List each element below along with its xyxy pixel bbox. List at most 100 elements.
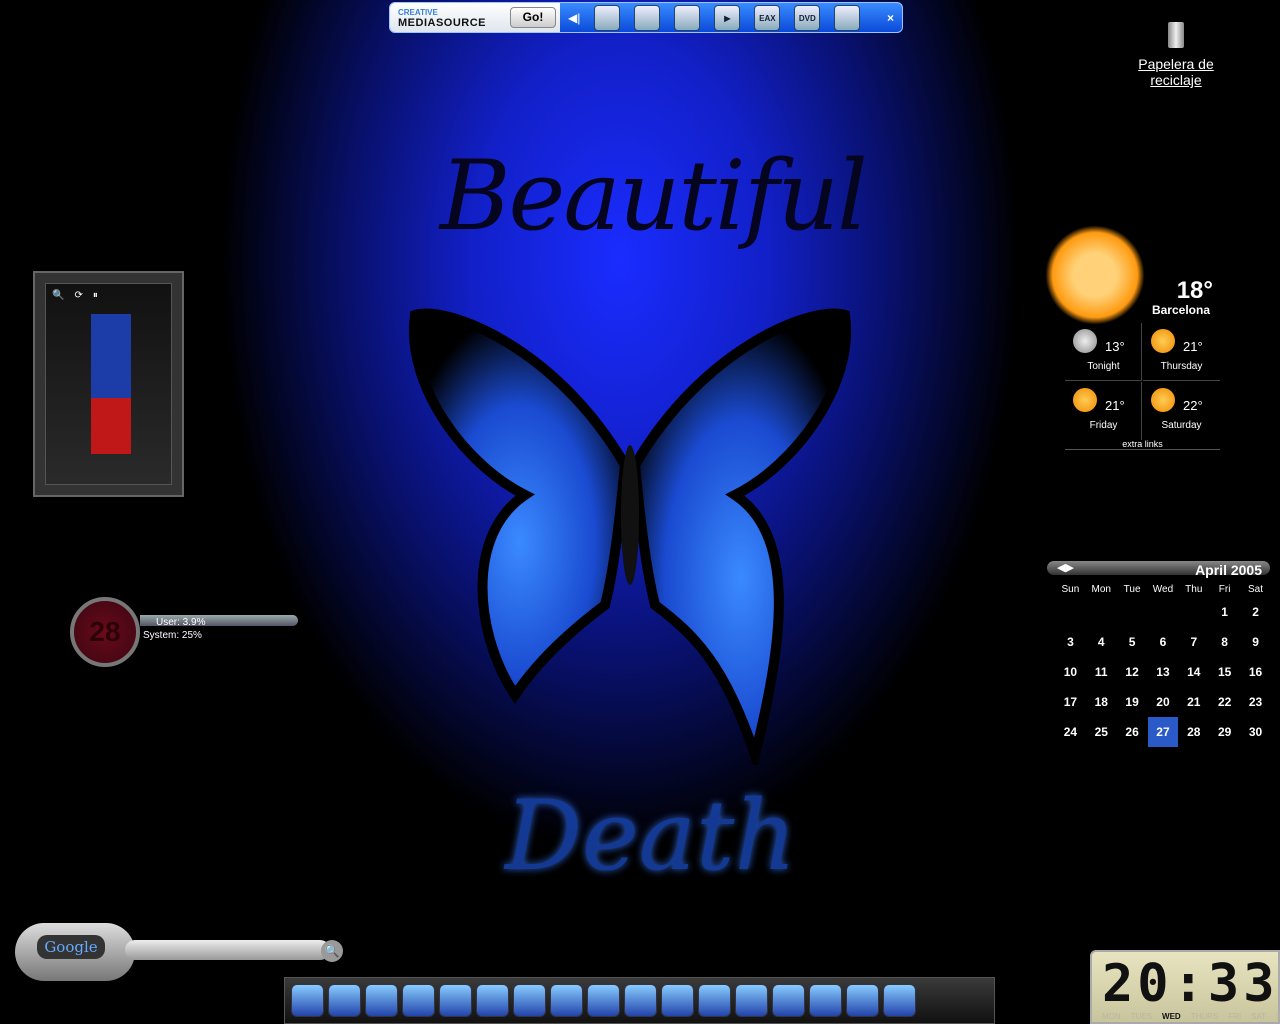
superman-figure <box>91 314 131 454</box>
google-logo: Google <box>37 935 105 959</box>
emule-icon[interactable] <box>476 984 509 1017</box>
play-icon[interactable]: ▶ <box>714 4 741 31</box>
clock-day: TUES <box>1130 1012 1153 1021</box>
calendar-day[interactable]: 12 <box>1117 657 1148 687</box>
calendar-day[interactable]: 4 <box>1086 627 1117 657</box>
calendar-day[interactable] <box>1178 597 1209 627</box>
eax-icon[interactable]: EAX <box>754 4 781 31</box>
recycle-bin-icon[interactable] <box>1168 22 1184 48</box>
mixer-icon[interactable] <box>634 4 661 31</box>
calendar-day[interactable]: 27 <box>1147 717 1179 747</box>
calendar-day[interactable]: 10 <box>1055 657 1086 687</box>
calendar-day[interactable]: 21 <box>1178 687 1209 717</box>
calendar-day[interactable]: 6 <box>1148 627 1179 657</box>
lightning-icon[interactable] <box>809 984 842 1017</box>
calendar-day[interactable] <box>1117 597 1148 627</box>
butterfly-image <box>408 308 852 765</box>
flintstones-2-icon[interactable] <box>772 984 805 1017</box>
digital-clock-gadget: 20:33 MON TUES WED THURS FRI SAT SUN <box>1090 950 1280 1024</box>
calendar-gadget: ◀▶ April 2005 Sun Mon Tue Wed Thu Fri Sat 1 2 3 4 5 6… <box>1047 561 1270 747</box>
calendar-day[interactable]: 29 <box>1209 717 1240 747</box>
calendar-day[interactable]: 9 <box>1240 627 1271 657</box>
messenger-icon[interactable] <box>328 984 361 1017</box>
calendar-day[interactable] <box>1086 597 1117 627</box>
calendar-day[interactable]: 5 <box>1117 627 1148 657</box>
calendar-grid: Sun Mon Tue Wed Thu Fri Sat 1 2 3 4 5 6 7 8 9 10 11 12 13 14… <box>1055 581 1271 747</box>
internet-explorer-icon[interactable] <box>624 984 657 1017</box>
dvd-icon[interactable] <box>661 984 694 1017</box>
google-search-input[interactable] <box>125 940 330 960</box>
picture-icon[interactable] <box>883 984 916 1017</box>
my-computer-icon[interactable] <box>439 984 472 1017</box>
cpu-meter-gadget: 28 User: 3.9% System: 25% <box>70 597 298 667</box>
clock-time: 20:33 <box>1102 954 1279 1014</box>
calendar-day[interactable]: 14 <box>1178 657 1209 687</box>
sun-cloud-icon <box>1045 225 1145 325</box>
flintstones-1-icon[interactable] <box>735 984 768 1017</box>
calendar-day[interactable]: 20 <box>1148 687 1179 717</box>
slideshow-gadget[interactable]: 🔍 ⟳ ⏸ <box>33 271 184 497</box>
close-icon[interactable]: × <box>887 11 894 25</box>
pause-icon[interactable]: ⏸ <box>93 290 98 301</box>
calendar-day[interactable]: 23 <box>1240 687 1271 717</box>
dock-bar <box>284 977 995 1024</box>
dvd-icon[interactable]: DVD <box>794 4 821 31</box>
slideshow-image: 🔍 ⟳ ⏸ <box>45 283 172 485</box>
month-nav-arrows[interactable]: ◀▶ <box>1057 561 1074 574</box>
cross-app-icon[interactable] <box>698 984 731 1017</box>
calendar-day[interactable]: 15 <box>1209 657 1240 687</box>
cpu-system: System: 25% <box>143 630 202 641</box>
calendar-day[interactable]: 18 <box>1086 687 1117 717</box>
equalizer-icon[interactable] <box>834 4 861 31</box>
calendar-day[interactable] <box>1148 597 1179 627</box>
media-player-icon[interactable] <box>550 984 583 1017</box>
clock-day: FRI <box>1228 1012 1242 1021</box>
calendar-day[interactable]: 11 <box>1086 657 1117 687</box>
collapse-icon[interactable]: ◀| <box>568 11 580 25</box>
windows-start-icon[interactable] <box>291 984 324 1017</box>
calendar-day[interactable]: 1 <box>1209 597 1240 627</box>
forecast-friday: 21° Friday <box>1065 382 1142 440</box>
route66-icon[interactable] <box>846 984 879 1017</box>
clock-day: SAT <box>1251 1012 1267 1021</box>
weather-gadget[interactable]: 18° Barcelona 13° Tonight 21° Thursday 21°… <box>1045 225 1225 460</box>
calendar-day[interactable]: 17 <box>1055 687 1086 717</box>
calendar-day[interactable]: 22 <box>1209 687 1240 717</box>
calendar-day[interactable]: 8 <box>1209 627 1240 657</box>
search-icon[interactable]: 🔍 <box>321 940 343 962</box>
extra-links[interactable]: extra links <box>1065 439 1220 450</box>
calendar-day[interactable]: 7 <box>1178 627 1209 657</box>
calendar-day[interactable]: 25 <box>1086 717 1117 747</box>
zoom-icon[interactable]: 🔍 <box>52 290 64 301</box>
refresh-icon[interactable]: ⟳ <box>74 290 82 301</box>
calendar-day[interactable]: 28 <box>1178 717 1209 747</box>
forecast-thursday: 21° Thursday <box>1143 323 1220 381</box>
cpu-dial: 28 <box>70 597 140 667</box>
calendar-day[interactable]: 3 <box>1055 627 1086 657</box>
city: Barcelona <box>1151 303 1210 317</box>
clock-day: THURS <box>1190 1012 1219 1021</box>
calendar-day[interactable]: 24 <box>1055 717 1086 747</box>
calendar-day[interactable]: 30 <box>1240 717 1271 747</box>
search-icon[interactable] <box>587 984 620 1017</box>
calendar-day[interactable]: 26 <box>1117 717 1148 747</box>
recycle-bin[interactable]: Papelera de reciclaje <box>1128 22 1224 88</box>
screen-icon[interactable] <box>513 984 546 1017</box>
desktop-icon[interactable] <box>365 984 398 1017</box>
weekday-header: Wed <box>1152 583 1174 595</box>
opera-icon[interactable] <box>402 984 435 1017</box>
calendar-day[interactable]: 2 <box>1240 597 1271 627</box>
month-title: April 2005 <box>1195 562 1262 578</box>
forecast-saturday: 22° Saturday <box>1143 382 1220 440</box>
calendar-day[interactable]: 19 <box>1117 687 1148 717</box>
calendar-day[interactable]: 16 <box>1240 657 1271 687</box>
go-button[interactable]: Go! <box>510 7 556 28</box>
recycle-bin-label[interactable]: Papelera de reciclaje <box>1138 56 1214 88</box>
calendar-day[interactable] <box>1055 597 1086 627</box>
mediasource-logo: CREATIVE MEDIASOURCE Go! <box>390 3 560 32</box>
audio-icon[interactable] <box>594 4 621 31</box>
moon-icon <box>1073 329 1097 353</box>
calendar-day[interactable]: 13 <box>1148 657 1179 687</box>
speaker-icon[interactable] <box>674 4 701 31</box>
forecast-tonight: 13° Tonight <box>1065 323 1142 381</box>
